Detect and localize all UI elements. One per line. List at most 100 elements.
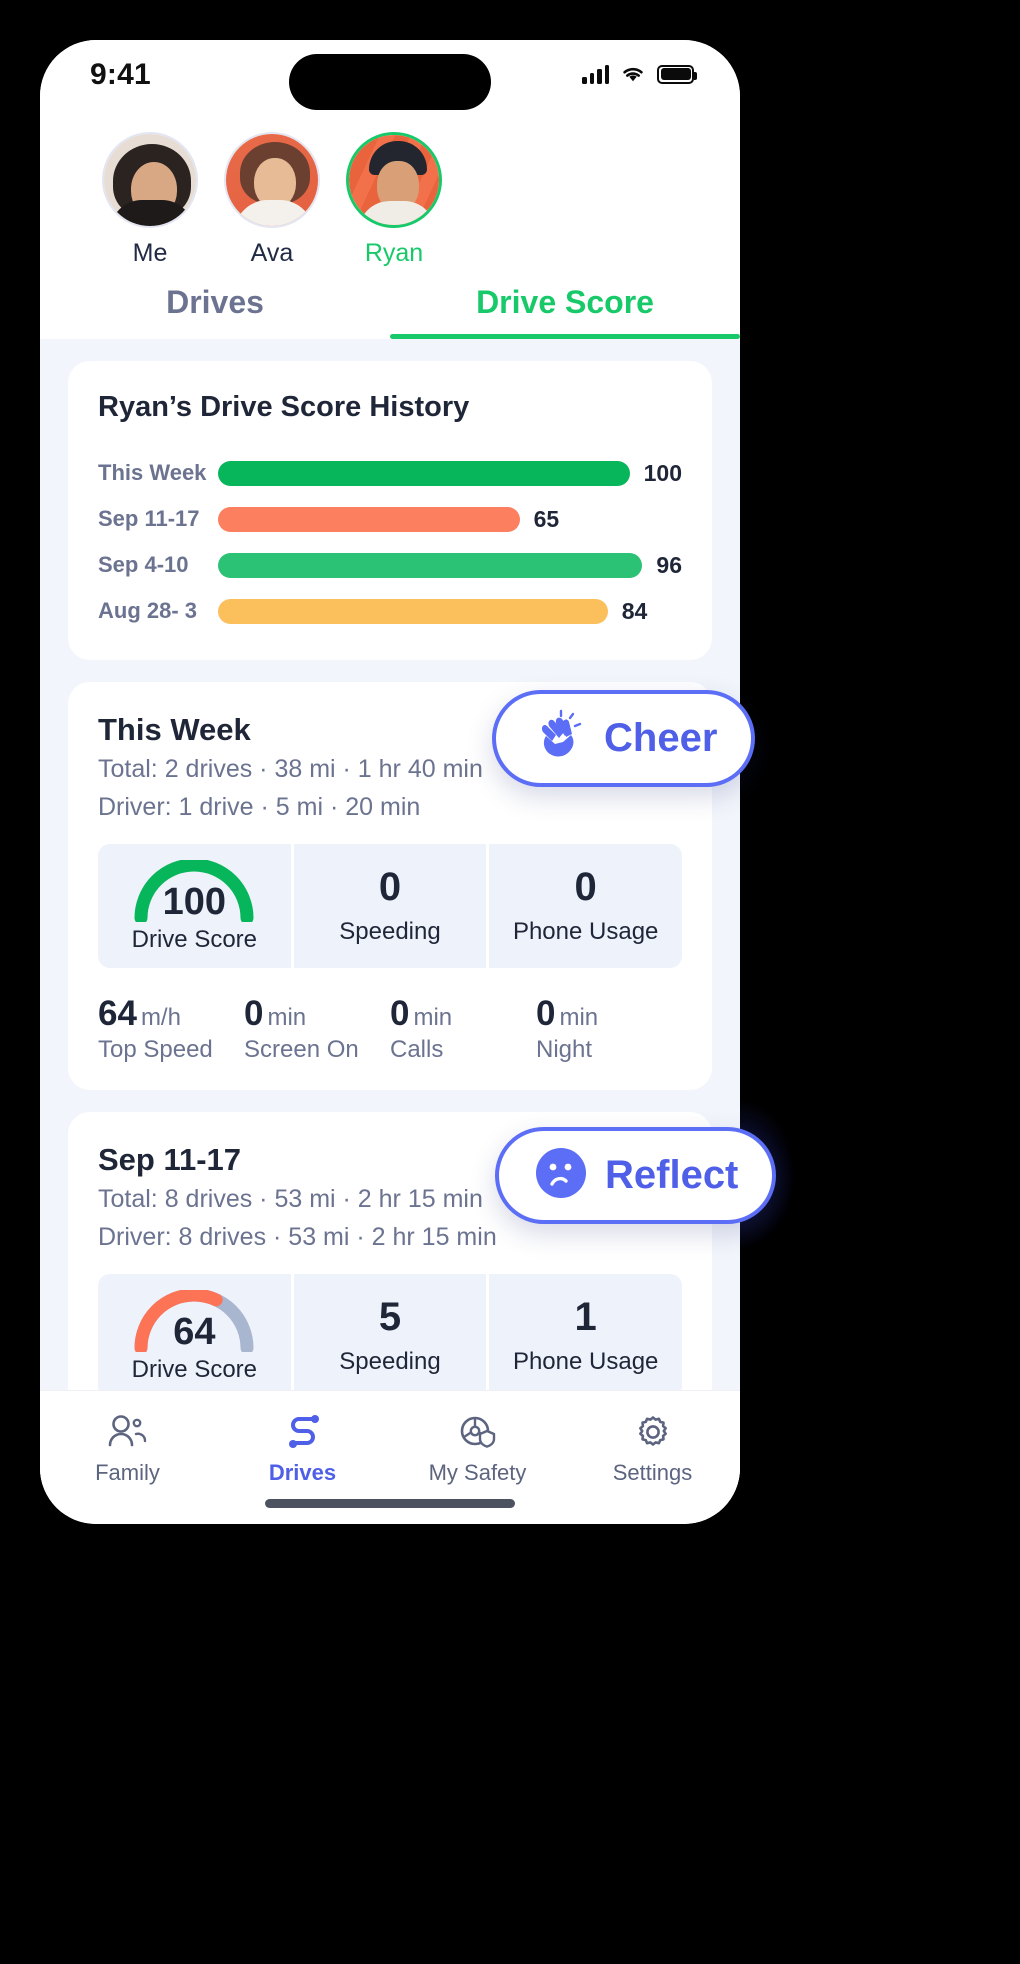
stat-tile-label: Speeding — [339, 918, 441, 945]
nav-label: Settings — [612, 1460, 693, 1485]
reflect-button[interactable]: Reflect — [495, 1127, 777, 1224]
family-member-list: Me Ava Ryan — [40, 122, 740, 268]
avatar — [224, 132, 320, 228]
tab-bar: Drives Drive Score — [40, 268, 740, 339]
history-bar-track: 84 — [218, 598, 682, 625]
stat-tile-phone-usage[interactable]: 1 Phone Usage — [489, 1274, 683, 1398]
stat-tile-speeding[interactable]: 0 Speeding — [293, 844, 487, 968]
family-member-ryan[interactable]: Ryan — [346, 132, 442, 268]
history-row-value: 100 — [643, 459, 682, 486]
stat-tile-label: Phone Usage — [512, 918, 659, 945]
nav-label: My Safety — [428, 1460, 527, 1485]
stat-tile-row: 64 Drive Score 5 Speeding 1 Phone Usage — [98, 1274, 683, 1398]
family-member-me[interactable]: Me — [102, 132, 198, 268]
status-icons — [582, 64, 697, 84]
battery-icon — [657, 64, 697, 84]
nav-label: Family — [95, 1460, 160, 1485]
metric-label: Night — [536, 1036, 593, 1063]
stat-tile-phone-usage[interactable]: 0 Phone Usage — [489, 844, 683, 968]
metric-night: 0 min Night — [536, 994, 682, 1064]
dynamic-island — [289, 54, 491, 110]
family-member-ava[interactable]: Ava — [224, 132, 320, 268]
stat-tile-label: Phone Usage — [512, 1348, 659, 1375]
family-member-name: Ryan — [364, 239, 424, 267]
history-bar — [218, 598, 608, 624]
metric-value: 0 — [244, 994, 264, 1033]
stat-tile-drive-score[interactable]: 100 Drive Score — [98, 844, 291, 968]
stat-tile-value: 1 — [574, 1295, 597, 1339]
history-bar — [218, 506, 520, 532]
week-driver-line: Driver: 1 drive · 5 mi · 20 min — [98, 793, 421, 821]
history-row-label: Sep 4-10 — [98, 552, 189, 577]
metric-row: 64 m/h Top Speed 0 min Screen On 0 min Call… — [98, 994, 682, 1064]
status-bar: 9:41 — [40, 40, 740, 122]
metric-unit: m/h — [140, 1004, 181, 1031]
metric-value: 64 — [98, 994, 137, 1033]
history-bar-track: 65 — [218, 506, 682, 533]
metric-unit: min — [413, 1004, 453, 1031]
home-indicator — [265, 1499, 515, 1508]
tab-drive-score[interactable]: Drive Score — [390, 268, 740, 339]
drive-score-gauge: 100 — [129, 860, 259, 923]
nav-label: Drives — [268, 1460, 337, 1485]
drive-score-history-card: Ryan’s Drive Score History This Week 100… — [68, 361, 712, 660]
history-row: This Week 100 — [98, 450, 682, 496]
steering-wheel-shield-icon — [390, 1411, 565, 1453]
metric-label: Top Speed — [98, 1036, 213, 1063]
stat-tile-value: 64 — [173, 1311, 216, 1353]
history-row: Sep 11-17 65 — [98, 496, 682, 542]
nav-item-drives[interactable]: Drives — [215, 1411, 390, 1486]
cellular-signal-icon — [582, 64, 609, 84]
route-icon — [215, 1411, 390, 1453]
metric-label: Screen On — [244, 1036, 359, 1063]
history-row-label: Sep 11-17 — [98, 506, 200, 531]
scroll-content[interactable]: Ryan’s Drive Score History This Week 100… — [40, 339, 740, 1494]
stat-tile-label: Speeding — [339, 1348, 441, 1375]
history-row-value: 84 — [621, 597, 648, 624]
tab-drives[interactable]: Drives — [40, 268, 390, 339]
family-member-name: Ava — [250, 239, 294, 267]
family-member-name: Me — [132, 239, 168, 267]
history-row: Aug 28- 3 84 — [98, 588, 682, 634]
metric-label: Calls — [390, 1036, 444, 1063]
nav-item-family[interactable]: Family — [40, 1411, 215, 1486]
history-row: Sep 4-10 96 — [98, 542, 682, 588]
history-bar-track: 100 — [218, 460, 682, 487]
drive-score-gauge: 64 — [129, 1290, 259, 1353]
page-title: Ryan’s Drive Score History — [98, 391, 470, 423]
wifi-icon — [623, 67, 643, 82]
stat-tile-label: Drive Score — [131, 1356, 258, 1383]
cheer-label: Cheer — [604, 716, 718, 760]
metric-top-speed: 64 m/h Top Speed — [98, 994, 244, 1064]
avatar — [346, 132, 442, 228]
nav-item-settings[interactable]: Settings — [565, 1411, 740, 1486]
status-time: 9:41 — [90, 58, 151, 91]
metric-calls: 0 min Calls — [390, 994, 536, 1064]
week-driver-line: Driver: 8 drives · 53 mi · 2 hr 15 min — [98, 1223, 497, 1251]
cheer-button[interactable]: Cheer — [492, 690, 756, 787]
metric-value: 0 — [390, 994, 410, 1033]
sad-face-icon — [533, 1145, 589, 1206]
metric-unit: min — [267, 1004, 307, 1031]
stat-tile-value: 0 — [574, 865, 597, 909]
history-row-label: Aug 28- 3 — [98, 598, 198, 623]
history-row-value: 96 — [656, 551, 682, 578]
screenshot-root: 9:41 Me Ava Ryan Drives Drive Score Ryan… — [0, 0, 1020, 1964]
history-bar — [218, 552, 643, 578]
stat-tile-drive-score[interactable]: 64 Drive Score — [98, 1274, 291, 1398]
history-bar — [218, 460, 630, 486]
stat-tile-value: 100 — [162, 881, 227, 923]
avatar — [102, 132, 198, 228]
reflect-label: Reflect — [605, 1153, 739, 1197]
metric-unit: min — [559, 1004, 599, 1031]
stat-tile-value: 5 — [378, 1295, 402, 1339]
nav-item-my-safety[interactable]: My Safety — [390, 1411, 565, 1486]
metric-screen-on: 0 min Screen On — [244, 994, 390, 1064]
clapping-hands-icon — [530, 708, 588, 769]
stat-tile-value: 0 — [378, 865, 402, 909]
history-row-label: This Week — [98, 460, 207, 485]
stat-tile-speeding[interactable]: 5 Speeding — [293, 1274, 487, 1398]
stat-tile-row: 100 Drive Score 0 Speeding 0 Phone Usage — [98, 844, 683, 968]
gear-icon — [565, 1411, 740, 1453]
history-row-value: 65 — [533, 505, 560, 532]
